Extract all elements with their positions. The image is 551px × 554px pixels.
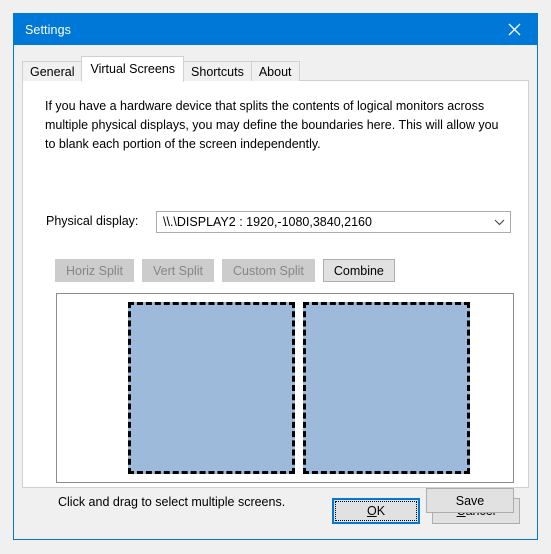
combine-button[interactable]: Combine <box>322 259 395 282</box>
tab-shortcuts[interactable]: Shortcuts <box>183 61 252 81</box>
close-button[interactable] <box>492 14 537 45</box>
client-area: General Virtual Screens Shortcuts About … <box>14 45 537 539</box>
screen-rect-1[interactable] <box>128 302 295 474</box>
physical-display-value: \\.\DISPLAY2 : 1920,-1080,3840,2160 <box>163 215 372 229</box>
settings-dialog-window: Settings General Virtual Screens Shortcu… <box>13 13 538 540</box>
tab-strip: General Virtual Screens Shortcuts About <box>22 55 300 82</box>
window-title: Settings <box>25 22 71 37</box>
physical-display-select[interactable]: \\.\DISPLAY2 : 1920,-1080,3840,2160 <box>156 211 511 233</box>
split-buttons-group: Horiz Split Vert Split Custom Split Comb… <box>55 259 395 282</box>
selection-hint: Click and drag to select multiple screen… <box>58 495 286 509</box>
horiz-split-button[interactable]: Horiz Split <box>55 259 134 282</box>
tab-control: General Virtual Screens Shortcuts About … <box>22 55 529 513</box>
save-button[interactable]: Save <box>426 488 514 513</box>
ok-suffix: K <box>376 504 386 518</box>
title-bar: Settings <box>14 14 537 45</box>
tab-virtual-screens[interactable]: Virtual Screens <box>81 56 185 82</box>
tab-about[interactable]: About <box>250 61 300 81</box>
physical-display-row: Physical display: \\.\DISPLAY2 : 1920,-1… <box>46 211 511 233</box>
chevron-down-icon <box>488 219 510 226</box>
physical-display-label: Physical display: <box>46 214 139 228</box>
custom-split-button[interactable]: Custom Split <box>222 259 315 282</box>
panel-description: If you have a hardware device that split… <box>45 99 499 151</box>
tab-panel-virtual-screens: If you have a hardware device that split… <box>22 80 529 513</box>
screen-layout-canvas[interactable] <box>56 293 514 483</box>
tab-general[interactable]: General <box>22 61 83 81</box>
ok-accel: O <box>366 504 377 518</box>
close-icon <box>508 23 521 36</box>
ok-button-label: OK <box>367 504 385 518</box>
ok-button[interactable]: OK <box>332 498 420 524</box>
vert-split-button[interactable]: Vert Split <box>141 259 214 282</box>
screen-rect-2[interactable] <box>303 302 470 474</box>
